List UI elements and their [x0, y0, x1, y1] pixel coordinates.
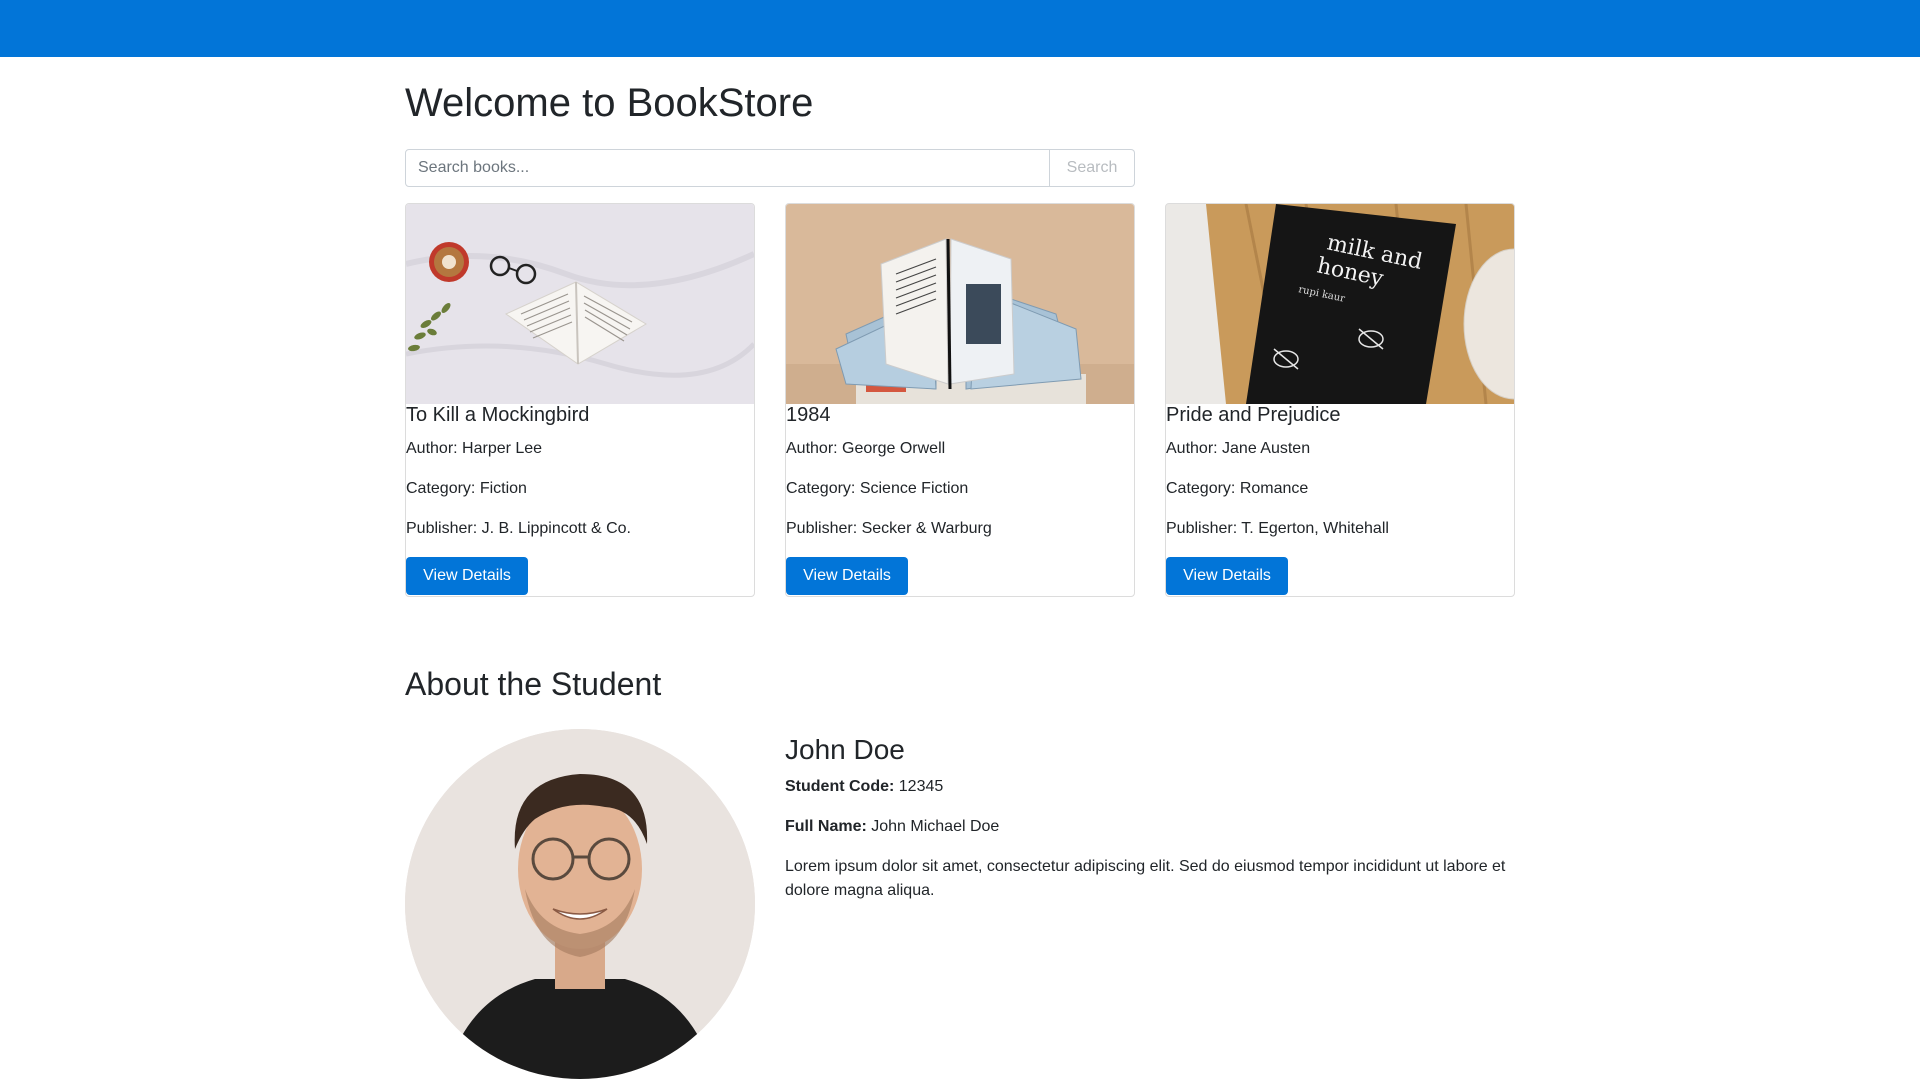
full-name-label: Full Name: [785, 818, 867, 835]
book-card: To Kill a Mockingbird Author: Harper Lee… [405, 203, 755, 597]
book-author: Author: Harper Lee [406, 440, 543, 457]
book-publisher: Publisher: T. Egerton, Whitehall [1166, 520, 1389, 537]
student-name: John Doe [785, 734, 905, 765]
book-category: Category: Romance [1166, 480, 1309, 497]
book-category: Category: Science Fiction [786, 480, 969, 497]
book-title: Pride and Prejudice [1166, 404, 1341, 426]
about-heading: About the Student [405, 666, 662, 702]
book-image: milk and honey rupi kaur [1166, 204, 1514, 404]
book-title: To Kill a Mockingbird [406, 404, 590, 426]
book-author: Author: George Orwell [786, 440, 946, 457]
book-author: Author: Jane Austen [1166, 440, 1311, 457]
book-list: To Kill a Mockingbird Author: Harper Lee… [405, 203, 1515, 597]
book-image [786, 204, 1134, 404]
student-code: Student Code: 12345 [785, 777, 1515, 797]
avatar [405, 729, 755, 1079]
book-card: milk and honey rupi kaur Pride and Preju… [1165, 203, 1515, 597]
book-image [406, 204, 754, 404]
student-full-name: Full Name: John Michael Doe [785, 817, 1515, 837]
book-category: Category: Fiction [406, 480, 527, 497]
book-publisher: Publisher: Secker & Warburg [786, 520, 992, 537]
student-info: John Doe Student Code: 12345 Full Name: … [785, 729, 1515, 903]
view-details-button[interactable]: View Details [1166, 557, 1288, 595]
page-title: Welcome to BookStore [405, 81, 814, 125]
search-input[interactable] [405, 149, 1050, 187]
view-details-button[interactable]: View Details [406, 557, 528, 595]
student-bio: Lorem ipsum dolor sit amet, consectetur … [785, 858, 1506, 899]
student-code-label: Student Code: [785, 778, 895, 795]
search-button[interactable]: Search [1050, 149, 1135, 187]
student-code-value: 12345 [898, 778, 944, 795]
book-card: 1984 Author: George Orwell Category: Sci… [785, 203, 1135, 597]
view-details-button[interactable]: View Details [786, 557, 908, 595]
book-title: 1984 [786, 404, 831, 426]
full-name-value: John Michael Doe [871, 818, 1000, 835]
book-publisher: Publisher: J. B. Lippincott & Co. [406, 520, 631, 537]
search-bar: Search [405, 149, 1135, 187]
top-navbar [0, 0, 1920, 57]
